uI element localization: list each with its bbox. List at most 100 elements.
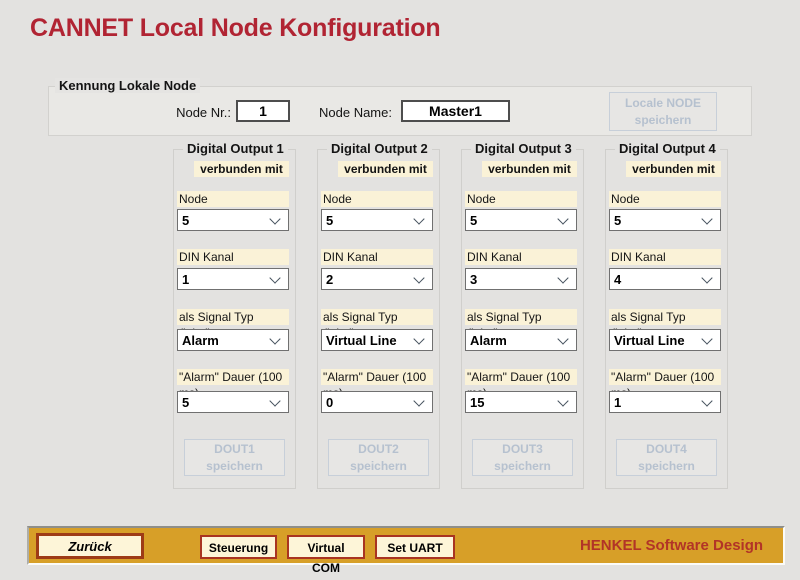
chevron-down-icon <box>269 333 280 344</box>
set-uart-button[interactable]: Set UART <box>375 535 455 559</box>
combo-value: 5 <box>322 213 333 228</box>
alarm-dauer-select[interactable]: 1 <box>609 391 721 413</box>
dout3-save-button[interactable]: DOUT3 speichern <box>472 439 573 476</box>
chevron-down-icon <box>269 272 280 283</box>
button-label-line2: speichern <box>335 458 422 474</box>
din-kanal-select[interactable]: 4 <box>609 268 721 290</box>
signal-typ-select[interactable]: Virtual Line <box>321 329 433 351</box>
alarm-dauer-label: "Alarm" Dauer (100 ms) <box>609 369 721 385</box>
din-kanal-label: DIN Kanal <box>321 249 433 265</box>
chevron-down-icon <box>557 213 568 224</box>
digital-output-3-group: Digital Output 3 verbunden mit Node 5 DI… <box>461 149 584 489</box>
signal-typ-label: als Signal Typ (lokal) <box>321 309 433 325</box>
combo-value: 3 <box>466 272 477 287</box>
node-label: Node <box>465 191 577 207</box>
node-label: Node <box>609 191 721 207</box>
din-kanal-select[interactable]: 2 <box>321 268 433 290</box>
node-select[interactable]: 5 <box>465 209 577 231</box>
alarm-dauer-label: "Alarm" Dauer (100 ms) <box>177 369 289 385</box>
save-local-node-button[interactable]: Locale NODE speichern <box>609 92 717 131</box>
dout4-save-button[interactable]: DOUT4 speichern <box>616 439 717 476</box>
combo-value: 1 <box>610 395 621 410</box>
group-legend: Digital Output 2 <box>327 141 432 156</box>
signal-typ-label: als Signal Typ (lokal) <box>465 309 577 325</box>
chevron-down-icon <box>269 395 280 406</box>
chevron-down-icon <box>701 395 712 406</box>
din-kanal-label: DIN Kanal <box>177 249 289 265</box>
node-label: Node <box>177 191 289 207</box>
din-kanal-select[interactable]: 3 <box>465 268 577 290</box>
button-label-line1: Locale NODE <box>616 95 710 111</box>
digital-output-2-group: Digital Output 2 verbunden mit Node 5 DI… <box>317 149 440 489</box>
group-legend: Kennung Lokale Node <box>55 78 200 93</box>
din-kanal-label: DIN Kanal <box>609 249 721 265</box>
button-label-line2: speichern <box>191 458 278 474</box>
button-label-line2: speichern <box>623 458 710 474</box>
combo-value: Virtual Line <box>322 333 397 348</box>
brand-text: HENKEL Software Design <box>564 537 779 554</box>
group-legend: Digital Output 4 <box>615 141 720 156</box>
combo-value: 5 <box>178 395 189 410</box>
combo-value: 5 <box>610 213 621 228</box>
chevron-down-icon <box>413 213 424 224</box>
combo-value: 4 <box>610 272 621 287</box>
connected-with-label: verbunden mit <box>482 161 577 177</box>
chevron-down-icon <box>557 272 568 283</box>
button-label-line2: speichern <box>479 458 566 474</box>
signal-typ-label: als Signal Typ (lokal) <box>609 309 721 325</box>
combo-value: 15 <box>466 395 484 410</box>
steuerung-button[interactable]: Steuerung <box>200 535 277 559</box>
chevron-down-icon <box>269 213 280 224</box>
combo-value: 5 <box>178 213 189 228</box>
dout1-save-button[interactable]: DOUT1 speichern <box>184 439 285 476</box>
alarm-dauer-select[interactable]: 15 <box>465 391 577 413</box>
dout2-save-button[interactable]: DOUT2 speichern <box>328 439 429 476</box>
back-button[interactable]: Zurück <box>36 533 144 559</box>
combo-value: Virtual Line <box>610 333 685 348</box>
node-nr-label: Node Nr.: <box>169 105 231 120</box>
page-title: CANNET Local Node Konfiguration <box>30 14 440 43</box>
virtual-com-button[interactable]: Virtual COM <box>287 535 365 559</box>
chevron-down-icon <box>413 333 424 344</box>
chevron-down-icon <box>413 272 424 283</box>
footer-toolbar: Zurück Steuerung Virtual COM Set UART HE… <box>27 526 785 565</box>
signal-typ-select[interactable]: Alarm <box>465 329 577 351</box>
kennung-lokale-node-group: Kennung Lokale Node Node Nr.: Node Name:… <box>48 86 752 136</box>
button-label-line1: DOUT4 <box>623 441 710 457</box>
button-label-line1: DOUT1 <box>191 441 278 457</box>
chevron-down-icon <box>413 395 424 406</box>
alarm-dauer-label: "Alarm" Dauer (100 ms) <box>321 369 433 385</box>
node-select[interactable]: 5 <box>321 209 433 231</box>
din-kanal-select[interactable]: 1 <box>177 268 289 290</box>
combo-value: Alarm <box>466 333 507 348</box>
chevron-down-icon <box>557 395 568 406</box>
button-label-line1: DOUT2 <box>335 441 422 457</box>
alarm-dauer-label: "Alarm" Dauer (100 ms) <box>465 369 577 385</box>
alarm-dauer-select[interactable]: 0 <box>321 391 433 413</box>
signal-typ-select[interactable]: Virtual Line <box>609 329 721 351</box>
node-name-label: Node Name: <box>319 105 399 120</box>
signal-typ-label: als Signal Typ (lokal) <box>177 309 289 325</box>
chevron-down-icon <box>701 333 712 344</box>
digital-output-1-group: Digital Output 1 verbunden mit Node 5 DI… <box>173 149 296 489</box>
chevron-down-icon <box>701 272 712 283</box>
combo-value: Alarm <box>178 333 219 348</box>
chevron-down-icon <box>557 333 568 344</box>
node-nr-input[interactable] <box>236 100 290 122</box>
combo-value: 1 <box>178 272 189 287</box>
group-legend: Digital Output 3 <box>471 141 576 156</box>
node-select[interactable]: 5 <box>177 209 289 231</box>
signal-typ-select[interactable]: Alarm <box>177 329 289 351</box>
digital-output-4-group: Digital Output 4 verbunden mit Node 5 DI… <box>605 149 728 489</box>
node-name-input[interactable] <box>401 100 510 122</box>
cannet-node-config-window: CANNET Local Node Konfiguration Kennung … <box>0 0 800 580</box>
din-kanal-label: DIN Kanal <box>465 249 577 265</box>
node-label: Node <box>321 191 433 207</box>
combo-value: 2 <box>322 272 333 287</box>
connected-with-label: verbunden mit <box>626 161 721 177</box>
connected-with-label: verbunden mit <box>338 161 433 177</box>
alarm-dauer-select[interactable]: 5 <box>177 391 289 413</box>
combo-value: 5 <box>466 213 477 228</box>
connected-with-label: verbunden mit <box>194 161 289 177</box>
node-select[interactable]: 5 <box>609 209 721 231</box>
